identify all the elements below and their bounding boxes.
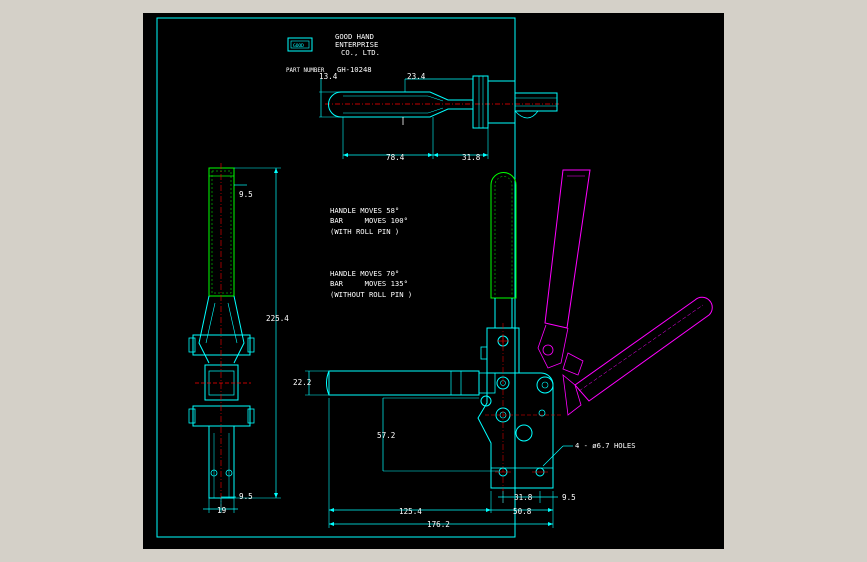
note-with-pin-line2: BAR MOVES 100°	[330, 216, 408, 225]
note-with-pin-line3: (WITH ROLL PIN )	[330, 227, 399, 236]
cad-drawing-canvas: GOOD GOOD HAND ENTERPRISE CO., LTD. PART…	[143, 13, 724, 549]
side-view: 9.5 225.4 9.5 19	[188, 163, 289, 515]
company-name-line3: CO., LTD.	[341, 48, 380, 57]
note-without-pin-line2: BAR MOVES 135°	[330, 279, 408, 288]
dim-side-9-5-top: 9.5	[239, 190, 253, 199]
holes-callout: 4 - ø6.7 HOLES	[575, 441, 636, 450]
dim-side-19: 19	[217, 506, 227, 515]
cad-drawing: GOOD GOOD HAND ENTERPRISE CO., LTD. PART…	[156, 17, 713, 538]
note-without-pin-line1: HANDLE MOVES 70°	[330, 269, 399, 278]
logo-text: GOOD	[293, 43, 304, 49]
dim-front-176-2: 176.2	[427, 520, 450, 529]
title-block: GOOD GOOD HAND ENTERPRISE CO., LTD. PART…	[286, 32, 380, 74]
motion-notes: HANDLE MOVES 58° BAR MOVES 100° (WITH RO…	[330, 206, 412, 299]
part-number-value: GH-10248	[337, 65, 372, 74]
dim-top-13-4: 13.4	[319, 72, 338, 81]
dim-front-57-2: 57.2	[377, 431, 395, 440]
note-with-pin-line1: HANDLE MOVES 58°	[330, 206, 399, 215]
dim-front-31-8: 31.8	[514, 493, 533, 502]
note-without-pin-line3: (WITHOUT ROLL PIN )	[330, 290, 412, 299]
dim-top-31-8: 31.8	[462, 153, 481, 162]
top-view: 78.4 31.8 13.4 23.4	[319, 72, 559, 162]
dim-side-9-5-bottom: 9.5	[239, 492, 253, 501]
dim-top-23-4: 23.4	[407, 72, 426, 81]
dim-side-225-4: 225.4	[266, 314, 289, 323]
dim-front-125-4: 125.4	[399, 507, 422, 516]
dim-front-9-5: 9.5	[562, 493, 576, 502]
dim-top-78-4: 78.4	[386, 153, 405, 162]
dim-front-22-2: 22.2	[293, 378, 311, 387]
dim-front-50-8: 50.8	[513, 507, 532, 516]
